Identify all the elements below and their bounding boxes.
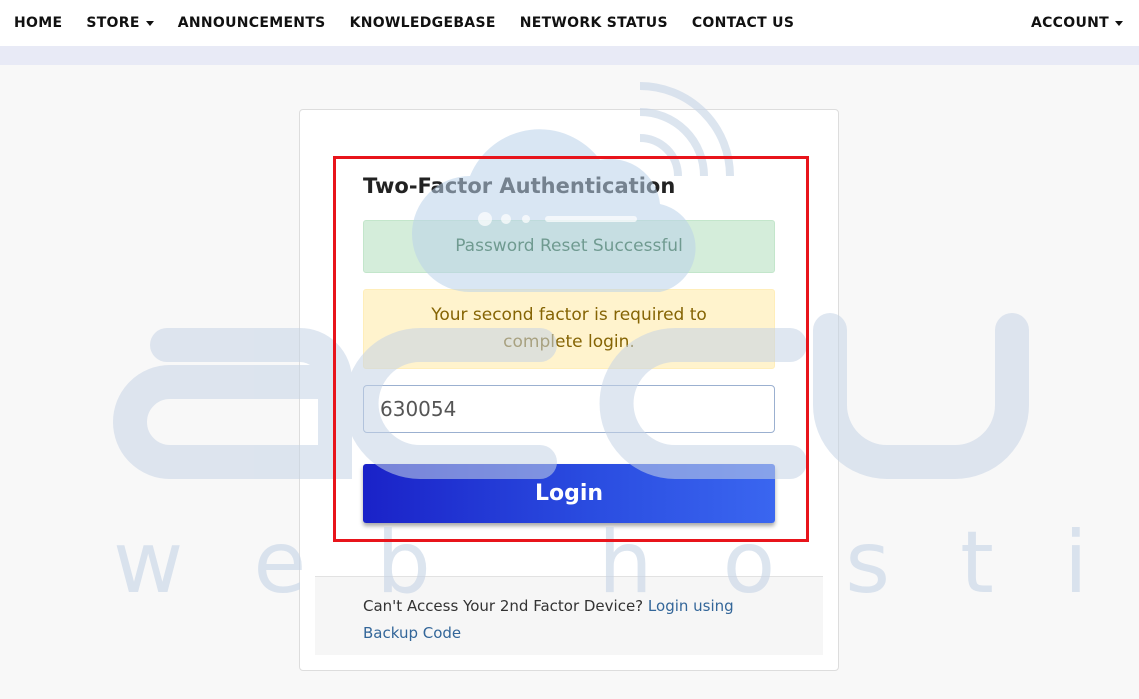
caret-down-icon: [1115, 21, 1123, 26]
nav-underline-band: [0, 46, 1139, 65]
success-alert-text: Password Reset Successful: [455, 236, 683, 256]
nav-announcements[interactable]: ANNOUNCEMENTS: [178, 15, 326, 31]
top-navbar: HOME STORE ANNOUNCEMENTS KNOWLEDGEBASE N…: [0, 0, 1139, 46]
nav-store[interactable]: STORE: [86, 15, 154, 31]
login-button[interactable]: Login: [363, 464, 775, 523]
card-footer: Can't Access Your 2nd Factor Device? Log…: [315, 576, 823, 655]
nav-contact-us[interactable]: CONTACT US: [692, 15, 794, 31]
nav-main-menu: HOME STORE ANNOUNCEMENTS KNOWLEDGEBASE N…: [0, 15, 804, 31]
warning-alert-text: Your second factor is required to comple…: [431, 305, 707, 352]
nav-account-area: ACCOUNT: [1031, 15, 1123, 31]
nav-home[interactable]: HOME: [14, 15, 62, 31]
nav-network-status[interactable]: NETWORK STATUS: [520, 15, 668, 31]
two-factor-code-input[interactable]: [363, 385, 775, 433]
nav-knowledgebase[interactable]: KNOWLEDGEBASE: [350, 15, 496, 31]
two-factor-card: Two-Factor Authentication Password Reset…: [299, 109, 839, 671]
warning-alert: Your second factor is required to comple…: [363, 289, 775, 369]
success-alert: Password Reset Successful: [363, 220, 775, 273]
nav-account[interactable]: ACCOUNT: [1031, 15, 1123, 31]
caret-down-icon: [145, 21, 154, 26]
footer-text: Can't Access Your 2nd Factor Device? Log…: [363, 593, 763, 647]
card-title: Two-Factor Authentication: [363, 174, 676, 198]
backup-question-text: Can't Access Your 2nd Factor Device?: [363, 597, 644, 615]
